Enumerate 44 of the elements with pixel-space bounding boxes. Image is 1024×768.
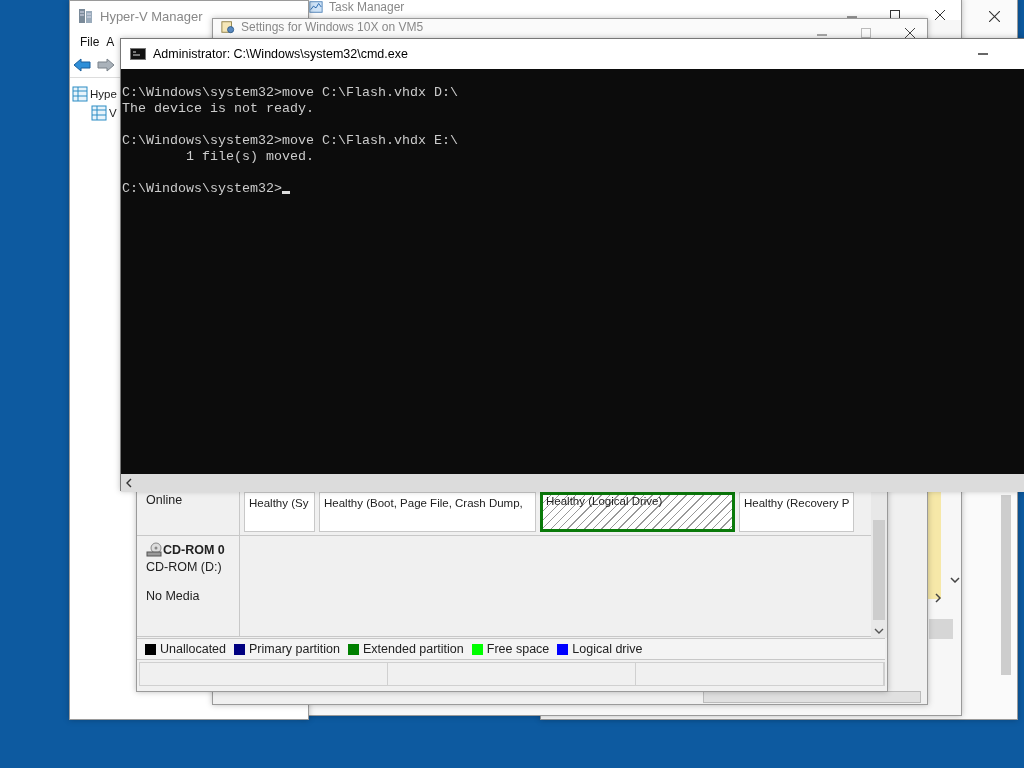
close-icon[interactable] [935,10,945,20]
legend-label: Unallocated [160,642,226,656]
grid-icon [91,104,107,121]
server-icon [78,8,94,24]
partition-block[interactable]: Healthy (Recovery P [739,492,855,532]
disk-status: Online [146,493,184,507]
drive-label: CD-ROM (D:) [146,560,223,574]
close-icon[interactable] [905,28,915,38]
console-line: 1 file(s) moved. [185,149,315,165]
tree-item[interactable]: Hype [90,87,117,100]
grid-icon [72,85,88,102]
forward-arrow-icon[interactable] [97,58,115,72]
close-icon[interactable] [989,11,1000,22]
console-line: C:\Windows\system32>move C:\Flash.vhdx D:\ [122,85,459,101]
console-icon [130,48,146,60]
window-title: Administrator: C:\Windows\system32\cmd.exe [153,47,408,61]
disk-name: CD-ROM 0 [163,543,225,557]
maximize-icon [861,28,871,38]
window-title: Hyper-V Manager [100,8,203,24]
console-line: The device is not ready. [122,101,315,117]
legend-label: Logical drive [572,642,643,656]
media-status: No Media [146,589,201,603]
menu-item[interactable]: A [106,35,115,49]
chevron-down-icon[interactable] [874,628,884,634]
menu-item[interactable]: File [80,35,100,49]
partition-block[interactable]: Healthy (Sy [244,492,315,532]
tree-item[interactable]: V [109,106,117,119]
chevron-down-icon[interactable] [950,577,960,583]
window-title: Task Manager [329,0,405,15]
console-line: C:\Windows\system32> [122,181,1024,197]
back-arrow-icon[interactable] [73,58,91,72]
chart-window-icon [309,0,323,14]
legend-label: Extended partition [363,642,464,656]
disc-drive-icon [146,542,162,558]
chevron-right-icon[interactable] [935,593,941,603]
chevron-left-icon[interactable] [126,478,132,488]
text-cursor [281,191,290,194]
legend-label: Primary partition [249,642,340,656]
partition-block[interactable]: Healthy (Boot, Page File, Crash Dump, [319,492,536,532]
legend-label: Free space [486,642,550,656]
partition-block[interactable]: Healthy (Logical Drive) [540,492,735,532]
console-line: C:\Windows\system32>move C:\Flash.vhdx E:\ [122,133,459,149]
window-title: Settings for Windows 10X on VM5 [241,20,424,35]
gear-document-icon [221,20,235,34]
